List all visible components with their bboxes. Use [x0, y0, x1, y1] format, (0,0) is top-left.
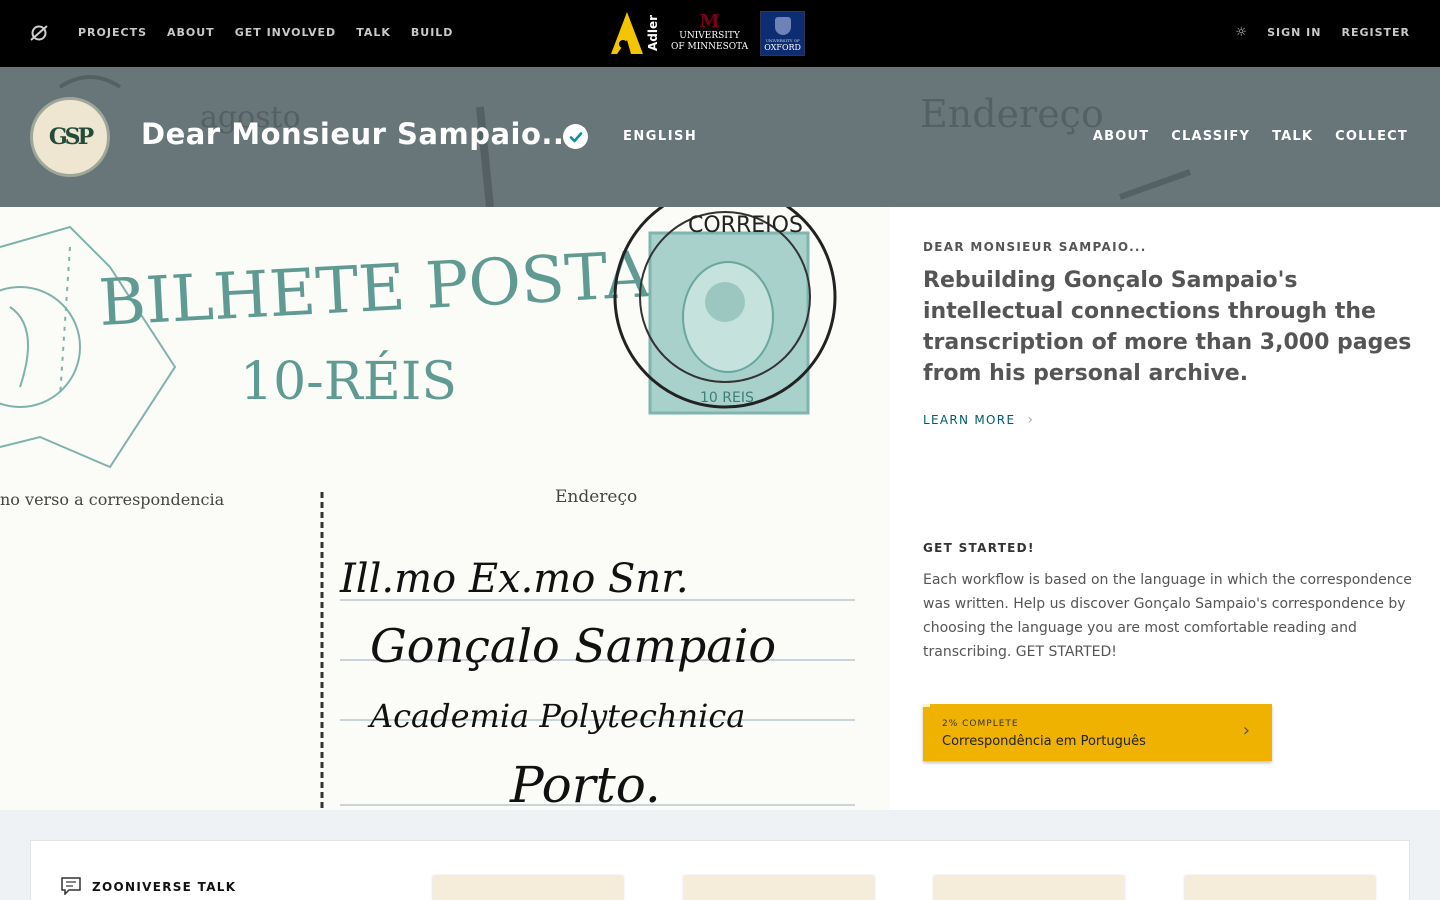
umn-line1: UNIVERSITY: [679, 31, 740, 41]
project-header: Endereço agosto GSP Dear Monsieur Sampai…: [0, 67, 1440, 207]
register-link[interactable]: REGISTER: [1341, 26, 1410, 39]
chevron-right-icon: ›: [1242, 720, 1250, 741]
talk-title: ZOONIVERSE TALK: [92, 880, 237, 894]
hand-line-2: Gonçalo Sampaio: [370, 619, 776, 673]
nav-get-involved[interactable]: GET INVOLVED: [235, 26, 337, 39]
workflow-percent-label: 2% COMPLETE: [942, 719, 1019, 729]
top-nav-links: PROJECTS ABOUT GET INVOLVED TALK BUILD: [78, 26, 453, 39]
umn-line2: OF MINNESOTA: [671, 42, 749, 52]
talk-bubble-icon: [61, 877, 81, 895]
get-started-text: Each workflow is based on the language i…: [923, 572, 1412, 660]
talk-thumbnail[interactable]: [684, 876, 874, 900]
hand-line-4: Porto.: [509, 756, 661, 810]
stamp-text: CORREIOS: [688, 213, 803, 238]
workflow-name: Correspondência em Português: [942, 734, 1146, 749]
project-nav: ABOUT CLASSIFY TALK COLLECT: [1093, 129, 1408, 144]
nav-projects[interactable]: PROJECTS: [78, 26, 147, 39]
postcard-header-text: BILHETE POSTAL: [97, 236, 694, 341]
zooniverse-logo-icon[interactable]: [30, 24, 48, 42]
avatar-monogram: GSP: [48, 124, 94, 150]
adler-label: Adler: [646, 14, 660, 52]
hand-line-1: Ill.mo Ex.mo Snr.: [339, 556, 689, 602]
get-started-title: GET STARTED!: [923, 541, 1035, 555]
project-title[interactable]: Dear Monsieur Sampaio...: [141, 117, 576, 151]
project-nav-classify[interactable]: CLASSIFY: [1171, 129, 1250, 144]
postcard-address-label: Endereço: [555, 487, 637, 507]
umn-m-icon: M: [699, 11, 720, 32]
sun-icon[interactable]: ☼: [1235, 26, 1247, 39]
verified-check-icon: [563, 124, 588, 149]
learn-more-label: LEARN MORE: [923, 413, 1016, 427]
adler-planetarium-logo[interactable]: Adler: [609, 10, 660, 56]
sign-in-link[interactable]: SIGN IN: [1267, 26, 1321, 39]
postcard-value-text: 10-RÉIS: [240, 350, 457, 412]
workflow-button-portuguese[interactable]: 2% COMPLETE Correspondência em Português…: [923, 704, 1272, 761]
site-top-nav: PROJECTS ABOUT GET INVOLVED TALK BUILD A…: [0, 0, 1440, 67]
talk-thumbnail[interactable]: [934, 876, 1124, 900]
adler-star-icon: [611, 12, 643, 54]
umn-logo[interactable]: M UNIVERSITY OF MINNESOTA: [671, 13, 748, 53]
postcard-image: BILHETE POSTAL 10-RÉIS CORREIOS 10 REIS …: [0, 207, 890, 810]
project-nav-talk[interactable]: TALK: [1272, 129, 1313, 144]
hero-tagline: Rebuilding Gonçalo Sampaio's intellectua…: [923, 268, 1412, 386]
postcard-illustration: BILHETE POSTAL 10-RÉIS CORREIOS 10 REIS …: [0, 207, 855, 810]
hand-line-3: Academia Polytechnica: [367, 697, 745, 735]
workflow-progress-bar: [923, 704, 930, 707]
zooniverse-talk-card: ZOONIVERSE TALK: [30, 840, 1410, 900]
nav-about[interactable]: ABOUT: [167, 26, 215, 39]
oxford-crest-icon: [774, 16, 791, 35]
talk-thumbnail[interactable]: [1185, 876, 1375, 900]
postcard-verso-text: no verso a correspondencia: [0, 490, 225, 509]
partner-logos: Adler M UNIVERSITY OF MINNESOTA UNIVERSI…: [609, 10, 806, 56]
learn-more-link[interactable]: LEARN MORE ›: [923, 412, 1034, 428]
nav-build[interactable]: BUILD: [411, 26, 454, 39]
account-links: ☼ SIGN IN REGISTER: [1235, 26, 1410, 39]
chevron-right-icon: ›: [1027, 412, 1035, 428]
oxford-label: OXFORD: [764, 42, 801, 52]
oxford-logo[interactable]: UNIVERSITY OF OXFORD: [760, 10, 806, 56]
project-nav-about[interactable]: ABOUT: [1093, 129, 1149, 144]
language-selector[interactable]: ENGLISH: [623, 129, 697, 144]
hero-section: BILHETE POSTAL 10-RÉIS CORREIOS 10 REIS …: [0, 207, 1440, 810]
hero-eyebrow: DEAR MONSIEUR SAMPAIO...: [923, 240, 1147, 254]
project-avatar[interactable]: GSP: [30, 97, 110, 177]
svg-text:Endereço: Endereço: [920, 92, 1104, 136]
project-nav-collect[interactable]: COLLECT: [1335, 129, 1408, 144]
stamp-value: 10 REIS: [700, 390, 754, 406]
nav-talk[interactable]: TALK: [356, 26, 391, 39]
talk-thumbnail[interactable]: [433, 876, 623, 900]
